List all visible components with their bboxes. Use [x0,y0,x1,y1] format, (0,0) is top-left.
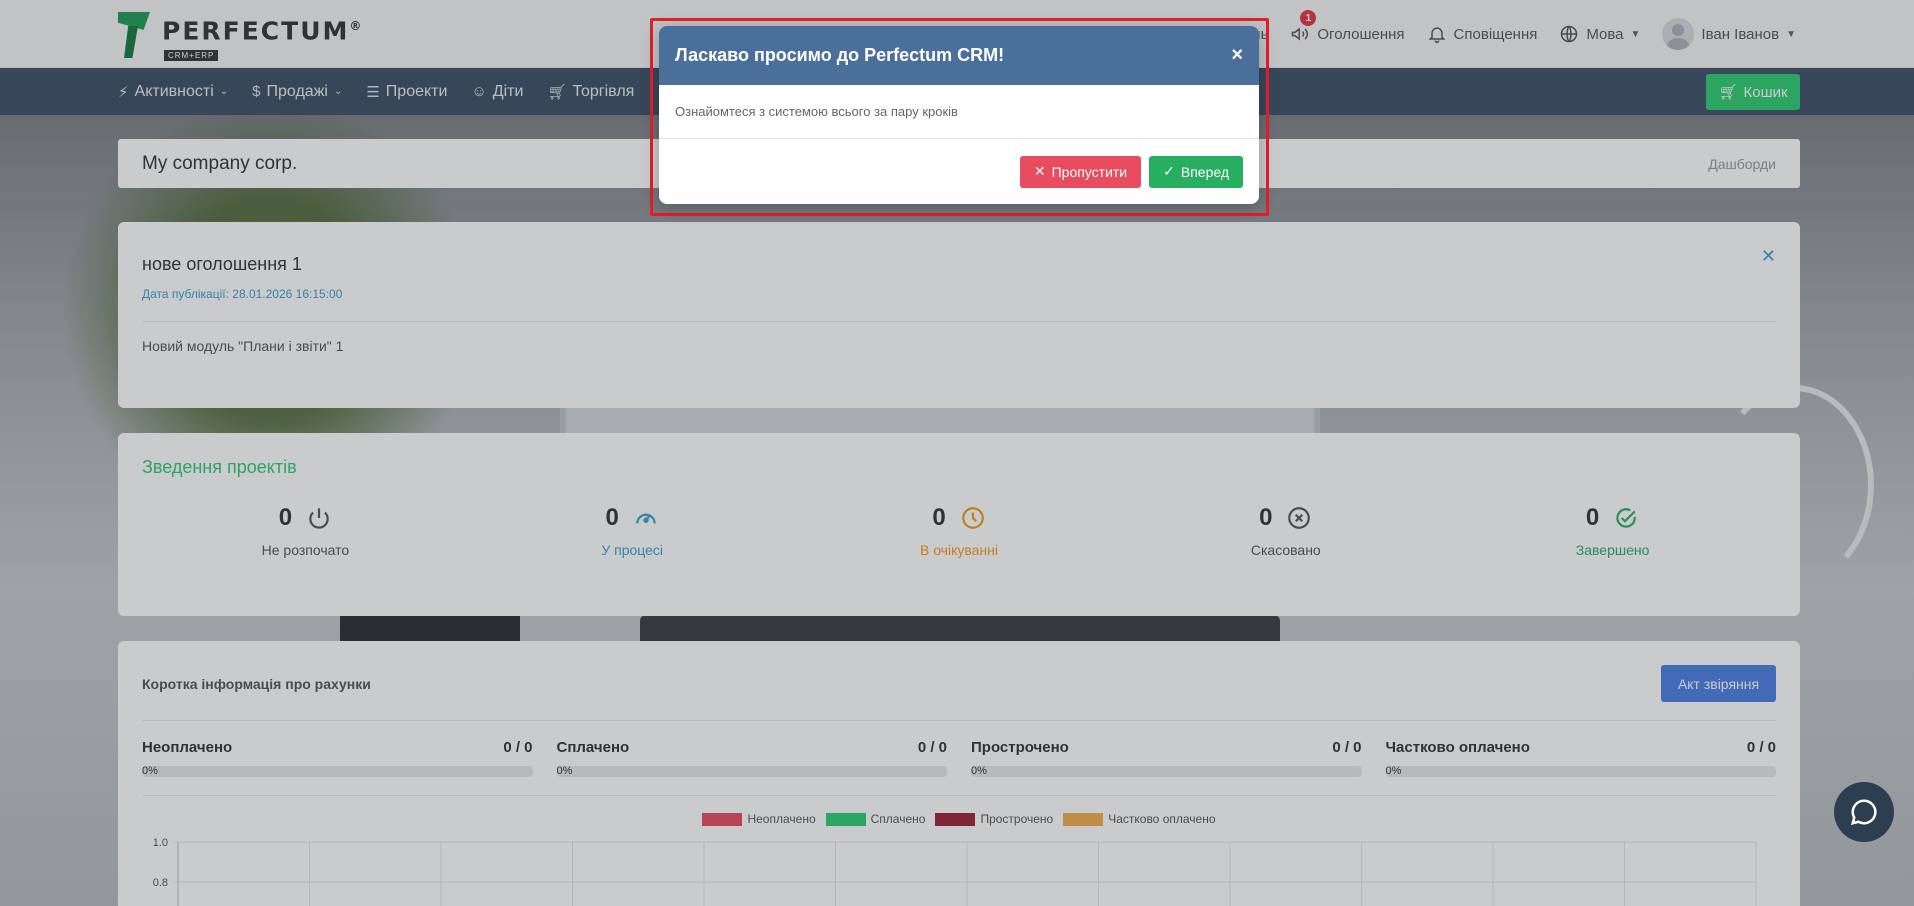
chat-bubble-icon [1850,799,1877,826]
welcome-modal: Ласкаво просимо до Perfectum CRM! × Озна… [659,26,1259,204]
next-label: Вперед [1180,163,1229,180]
chat-button[interactable] [1834,782,1894,842]
modal-footer: ✕ Пропустити ✓ Вперед [659,139,1259,204]
skip-label: Пропустити [1051,163,1128,180]
skip-button[interactable]: ✕ Пропустити [1019,155,1142,188]
modal-title: Ласкаво просимо до Perfectum CRM! [675,45,1005,65]
modal-header: Ласкаво просимо до Perfectum CRM! × [659,26,1259,85]
close-icon: ✕ [1033,163,1046,179]
modal-body: Ознайомтеся з системою всього за пару кр… [659,85,1259,139]
check-icon: ✓ [1163,163,1175,179]
next-button[interactable]: ✓ Вперед [1149,155,1243,188]
close-icon[interactable]: × [1231,44,1243,67]
